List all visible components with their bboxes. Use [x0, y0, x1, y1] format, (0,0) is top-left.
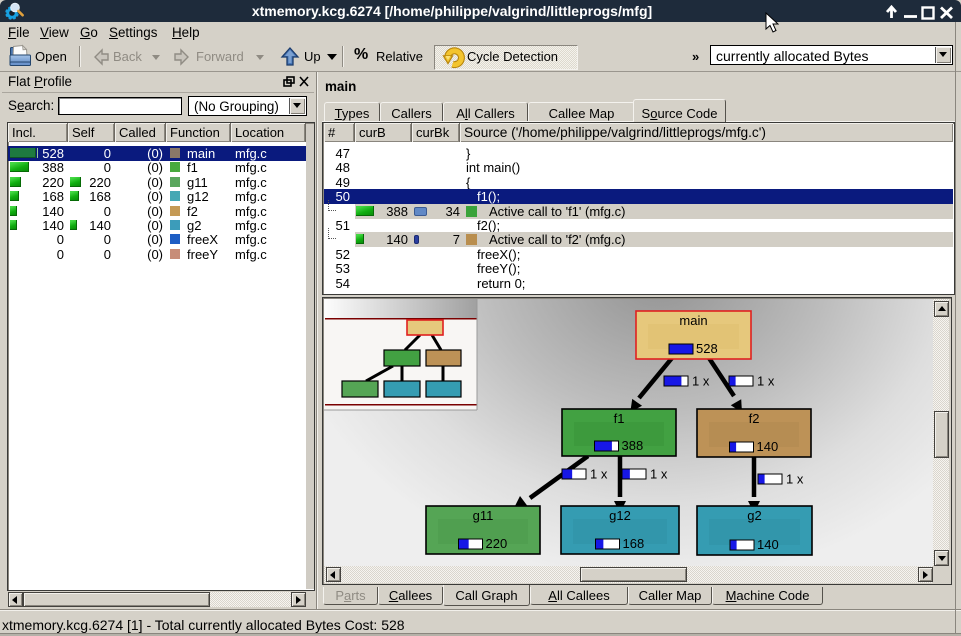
svg-text:140: 140	[757, 439, 779, 454]
svg-text:168: 168	[623, 536, 645, 551]
svg-text:1 x: 1 x	[692, 374, 710, 389]
svg-text:388: 388	[622, 438, 644, 453]
svg-text:140: 140	[757, 537, 779, 552]
svg-text:f1: f1	[614, 411, 625, 426]
svg-text:220: 220	[486, 536, 508, 551]
svg-text:g2: g2	[747, 508, 761, 523]
svg-text:g12: g12	[609, 508, 631, 523]
svg-text:1 x: 1 x	[757, 374, 775, 389]
svg-text:528: 528	[696, 341, 718, 356]
svg-text:1 x: 1 x	[650, 467, 668, 482]
svg-text:1 x: 1 x	[590, 467, 608, 482]
svg-text:g11: g11	[473, 508, 494, 523]
svg-text:1 x: 1 x	[786, 472, 804, 487]
svg-text:f2: f2	[749, 411, 760, 426]
svg-text:main: main	[679, 313, 707, 328]
